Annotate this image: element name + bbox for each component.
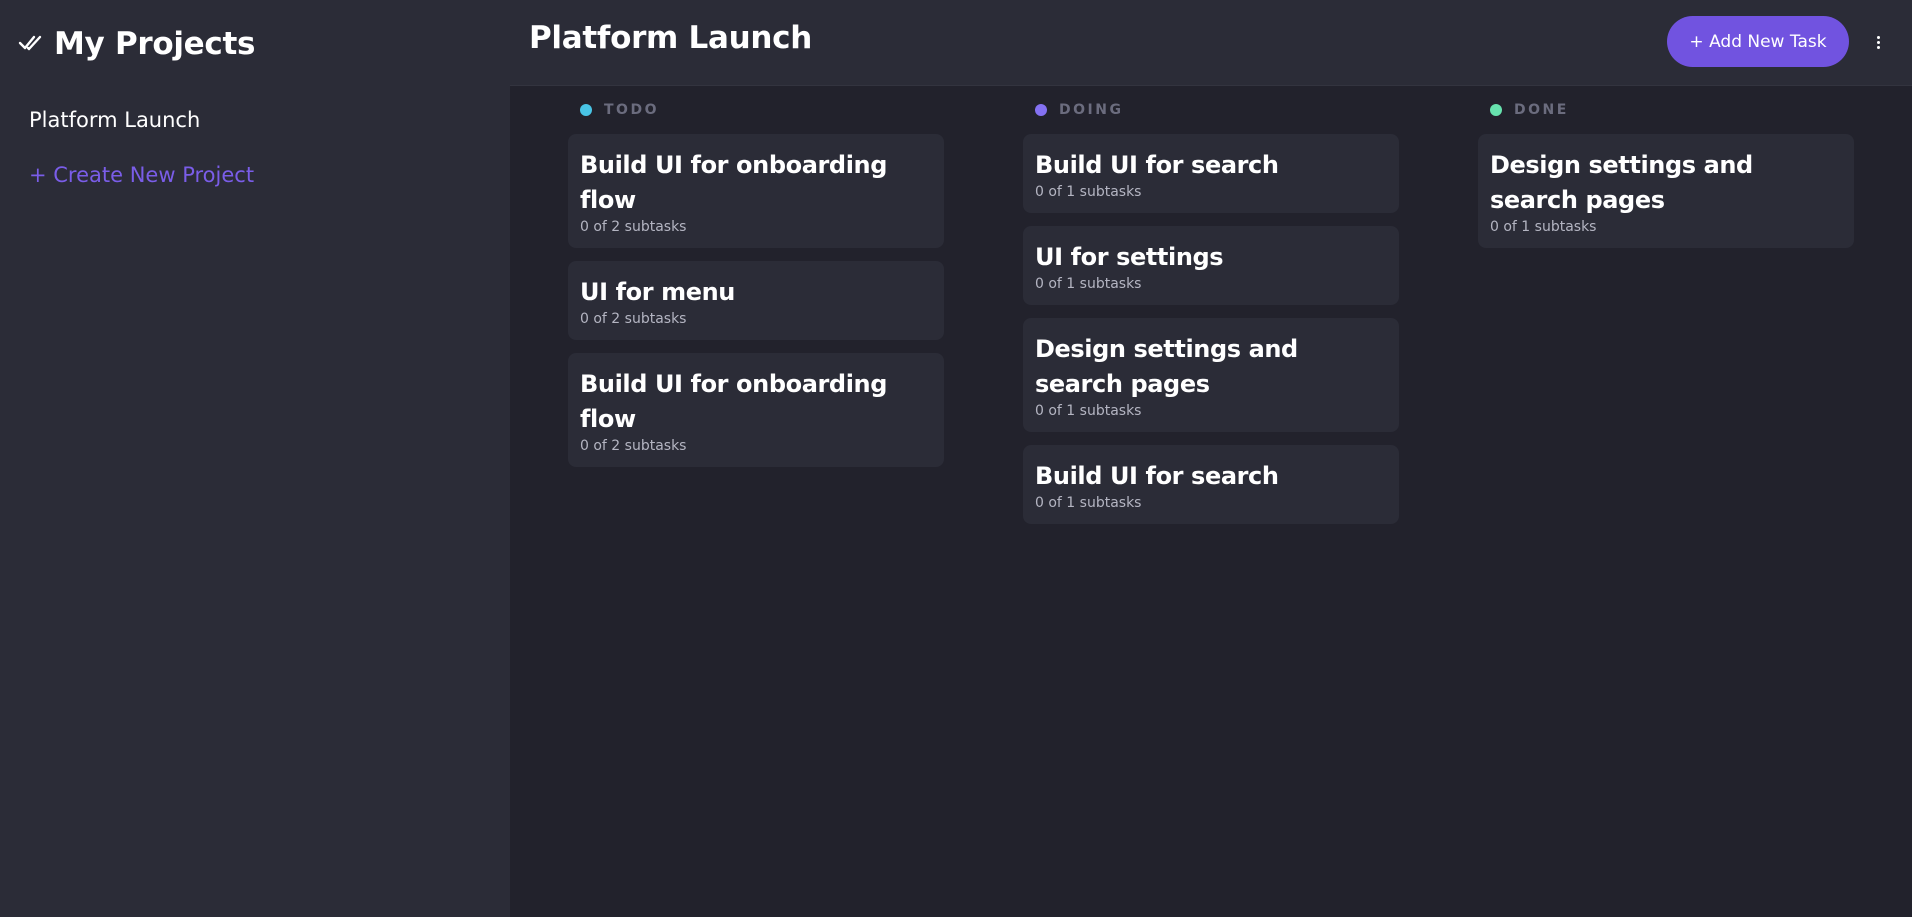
subtask-count: 0 of 1 subtasks <box>1035 495 1142 511</box>
column-header: DOING <box>1023 86 1399 134</box>
subtask-count: 0 of 1 subtasks <box>1490 219 1597 235</box>
sidebar-item-platform-launch[interactable]: Platform Launch <box>29 105 254 135</box>
menu-dot <box>1876 40 1880 44</box>
column-done: DONE Design settings and search pages 0 … <box>1478 86 1854 261</box>
task-title: Build UI for onboarding flow <box>580 370 888 433</box>
task-title: UI for menu <box>580 278 735 306</box>
column-header: DONE <box>1478 86 1854 134</box>
status-dot-doing <box>1035 104 1047 116</box>
subtask-count: 0 of 2 subtasks <box>580 438 687 454</box>
status-dot-todo <box>580 104 592 116</box>
subtask-count: 0 of 1 subtasks <box>1035 184 1142 200</box>
task-title: UI for settings <box>1035 243 1224 271</box>
column-todo: TODO Build UI for onboarding flow 0 of 2… <box>568 86 944 480</box>
brand-title: My Projects <box>54 26 256 62</box>
column-title: DOING <box>1059 102 1124 118</box>
column-header: TODO <box>568 86 944 134</box>
task-card[interactable]: Build UI for onboarding flow 0 of 2 subt… <box>568 353 944 467</box>
task-title: Design settings and search pages <box>1490 151 1753 214</box>
task-card[interactable]: UI for settings 0 of 1 subtasks <box>1023 226 1399 305</box>
vertical-ellipsis-icon[interactable] <box>1868 32 1888 52</box>
task-card[interactable]: Design settings and search pages 0 of 1 … <box>1478 134 1854 248</box>
task-title: Build UI for search <box>1035 462 1279 490</box>
task-card[interactable]: UI for menu 0 of 2 subtasks <box>568 261 944 340</box>
page-title: Platform Launch <box>529 20 813 56</box>
subtask-count: 0 of 2 subtasks <box>580 311 687 327</box>
menu-dot <box>1876 45 1880 49</box>
sidebar: My Projects Platform Launch + Create New… <box>0 0 510 917</box>
task-card[interactable]: Build UI for search 0 of 1 subtasks <box>1023 134 1399 213</box>
double-check-icon <box>18 34 44 54</box>
project-list: Platform Launch + Create New Project <box>29 105 254 190</box>
create-project-button[interactable]: + Create New Project <box>29 160 254 190</box>
add-new-task-button[interactable]: + Add New Task <box>1667 16 1849 67</box>
menu-dot <box>1876 35 1880 39</box>
column-title: DONE <box>1514 102 1569 118</box>
task-card[interactable]: Design settings and search pages 0 of 1 … <box>1023 318 1399 432</box>
task-card[interactable]: Build UI for search 0 of 1 subtasks <box>1023 445 1399 524</box>
top-bar: Platform Launch + Add New Task <box>510 0 1912 86</box>
brand: My Projects <box>18 24 255 64</box>
column-title: TODO <box>604 102 659 118</box>
subtask-count: 0 of 1 subtasks <box>1035 276 1142 292</box>
column-doing: DOING Build UI for search 0 of 1 subtask… <box>1023 86 1399 537</box>
subtask-count: 0 of 1 subtasks <box>1035 403 1142 419</box>
main-area: Platform Launch + Add New Task TODO Buil… <box>510 0 1912 917</box>
task-title: Build UI for search <box>1035 151 1279 179</box>
task-title: Design settings and search pages <box>1035 335 1298 398</box>
status-dot-done <box>1490 104 1502 116</box>
kanban-board: TODO Build UI for onboarding flow 0 of 2… <box>510 86 1912 917</box>
app-root: My Projects Platform Launch + Create New… <box>0 0 1912 917</box>
task-title: Build UI for onboarding flow <box>580 151 888 214</box>
task-card[interactable]: Build UI for onboarding flow 0 of 2 subt… <box>568 134 944 248</box>
subtask-count: 0 of 2 subtasks <box>580 219 687 235</box>
